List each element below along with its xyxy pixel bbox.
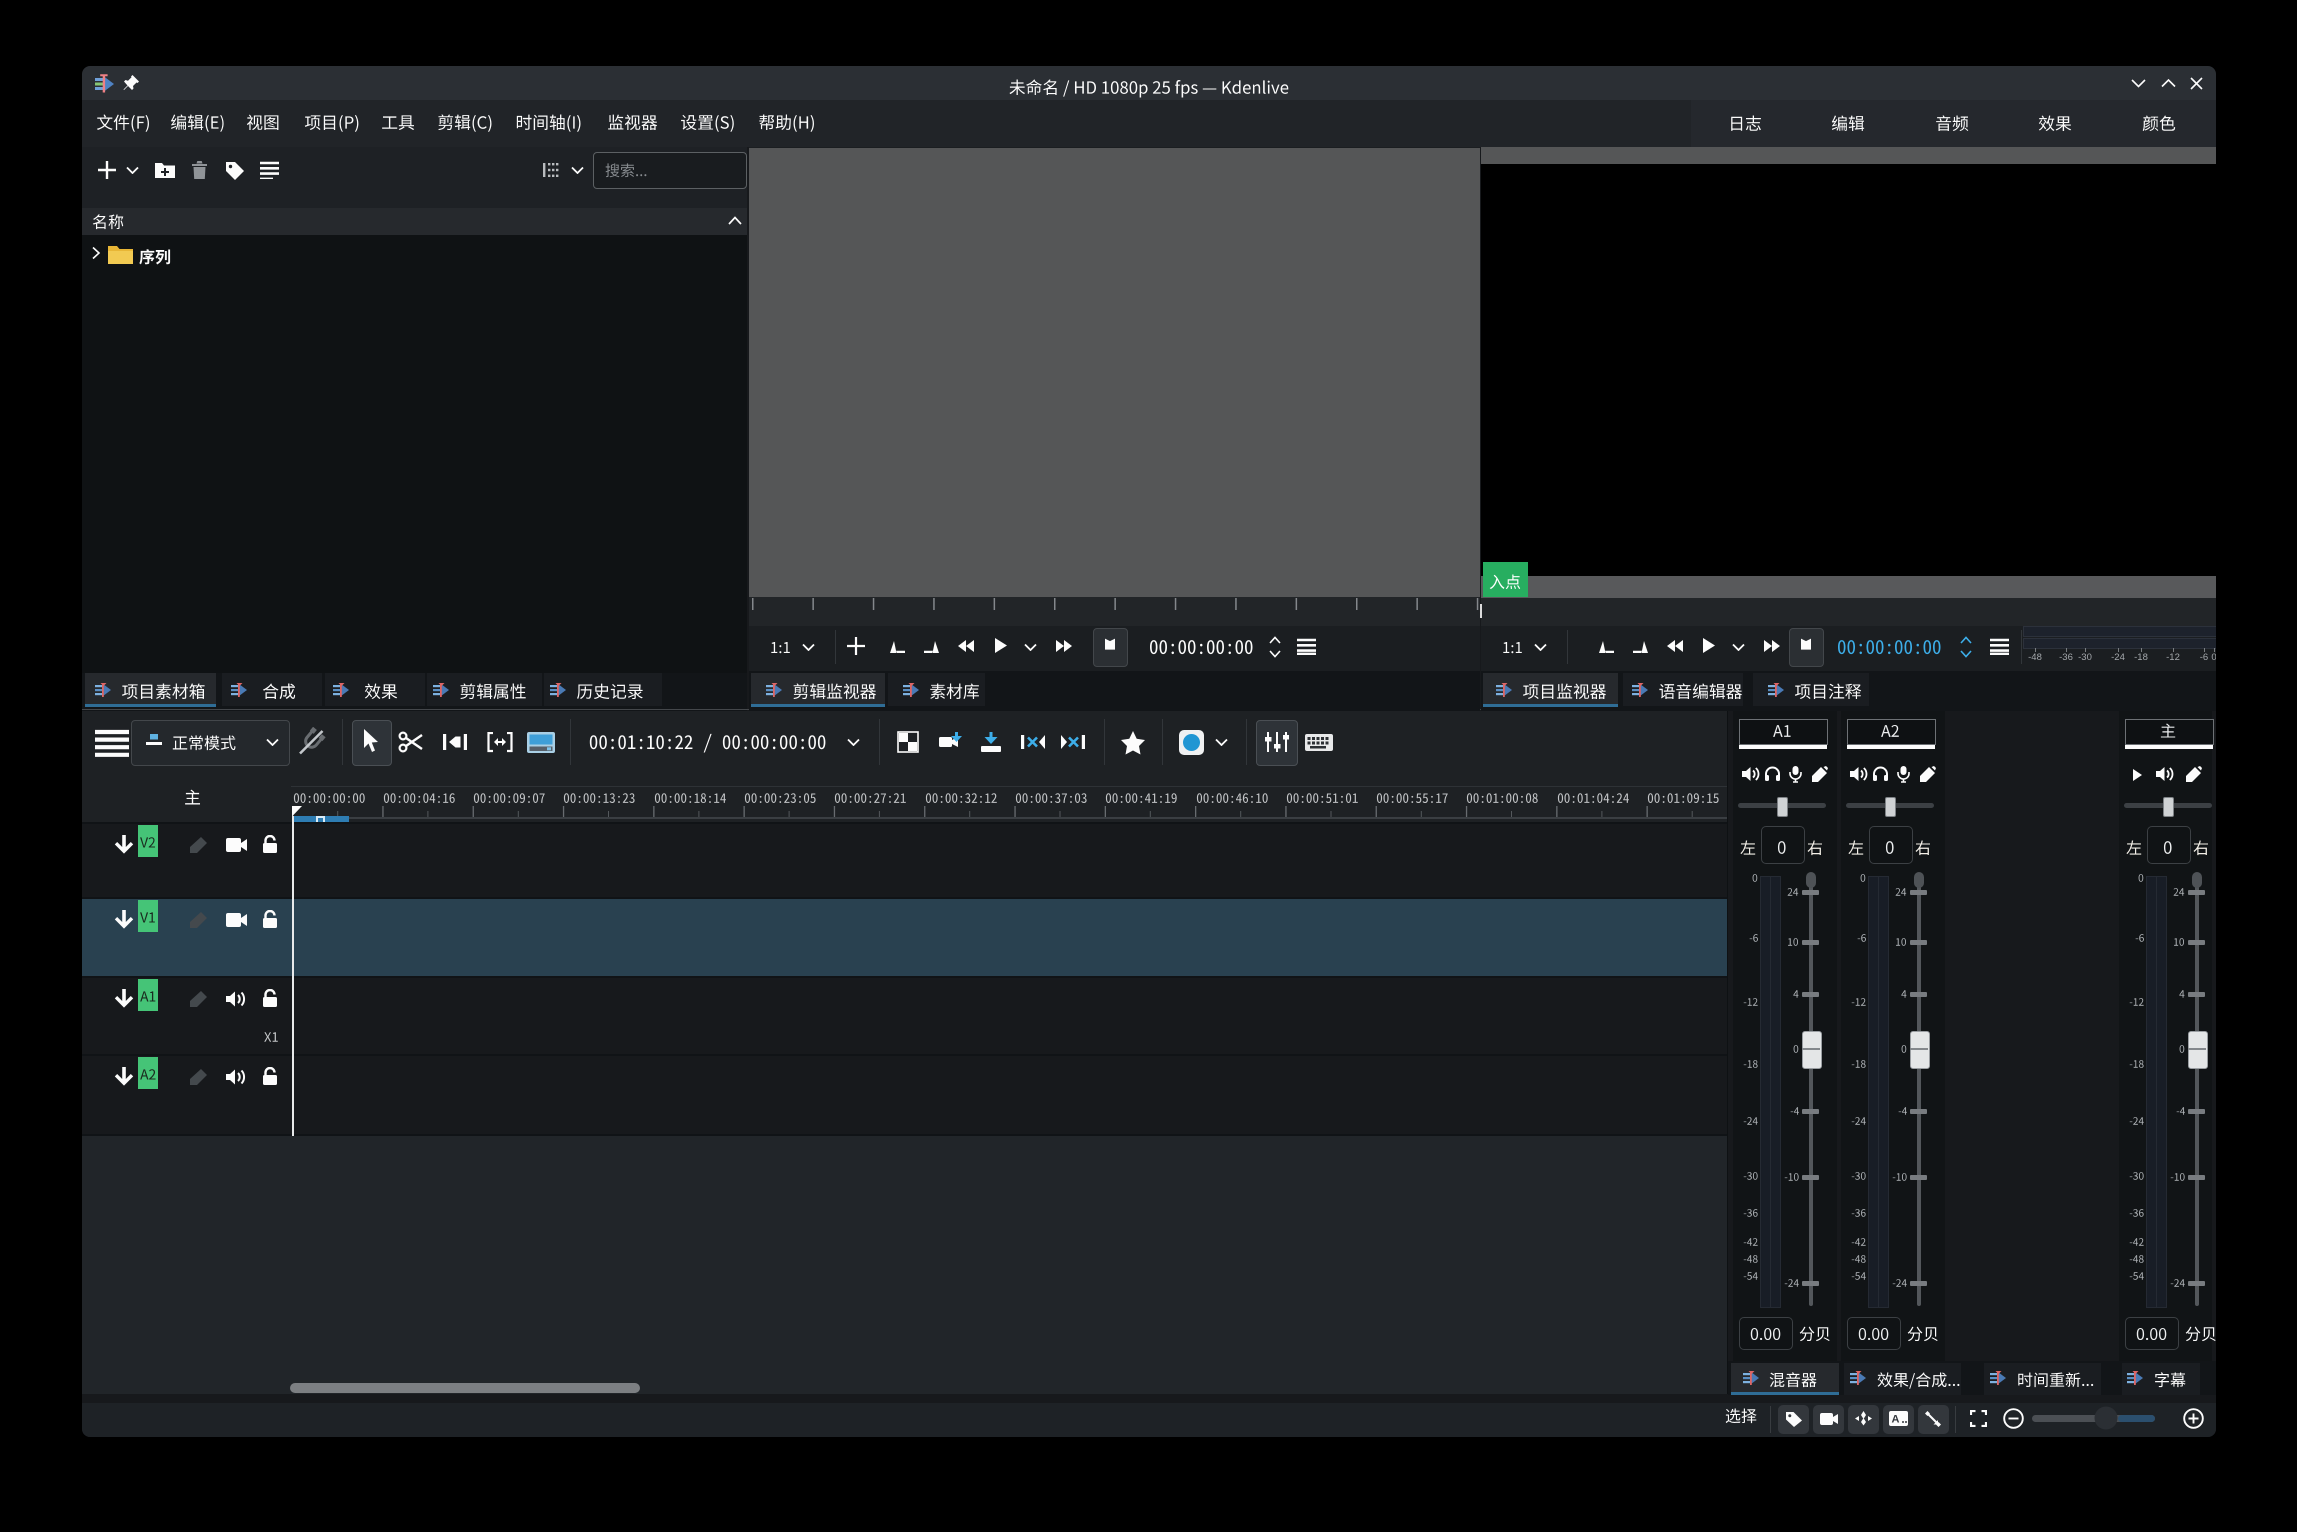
svg-text:-12: -12: [2166, 652, 2180, 663]
svg-text:-48: -48: [2028, 652, 2042, 663]
svg-text:-24: -24: [2111, 652, 2125, 663]
svg-text:0: 0: [2211, 652, 2216, 663]
svg-text:-6: -6: [2200, 652, 2208, 663]
svg-text:A: A: [1892, 1414, 1900, 1426]
svg-text:-18: -18: [2134, 652, 2148, 663]
svg-text:-30: -30: [2078, 652, 2092, 663]
svg-text:-36: -36: [2059, 652, 2073, 663]
